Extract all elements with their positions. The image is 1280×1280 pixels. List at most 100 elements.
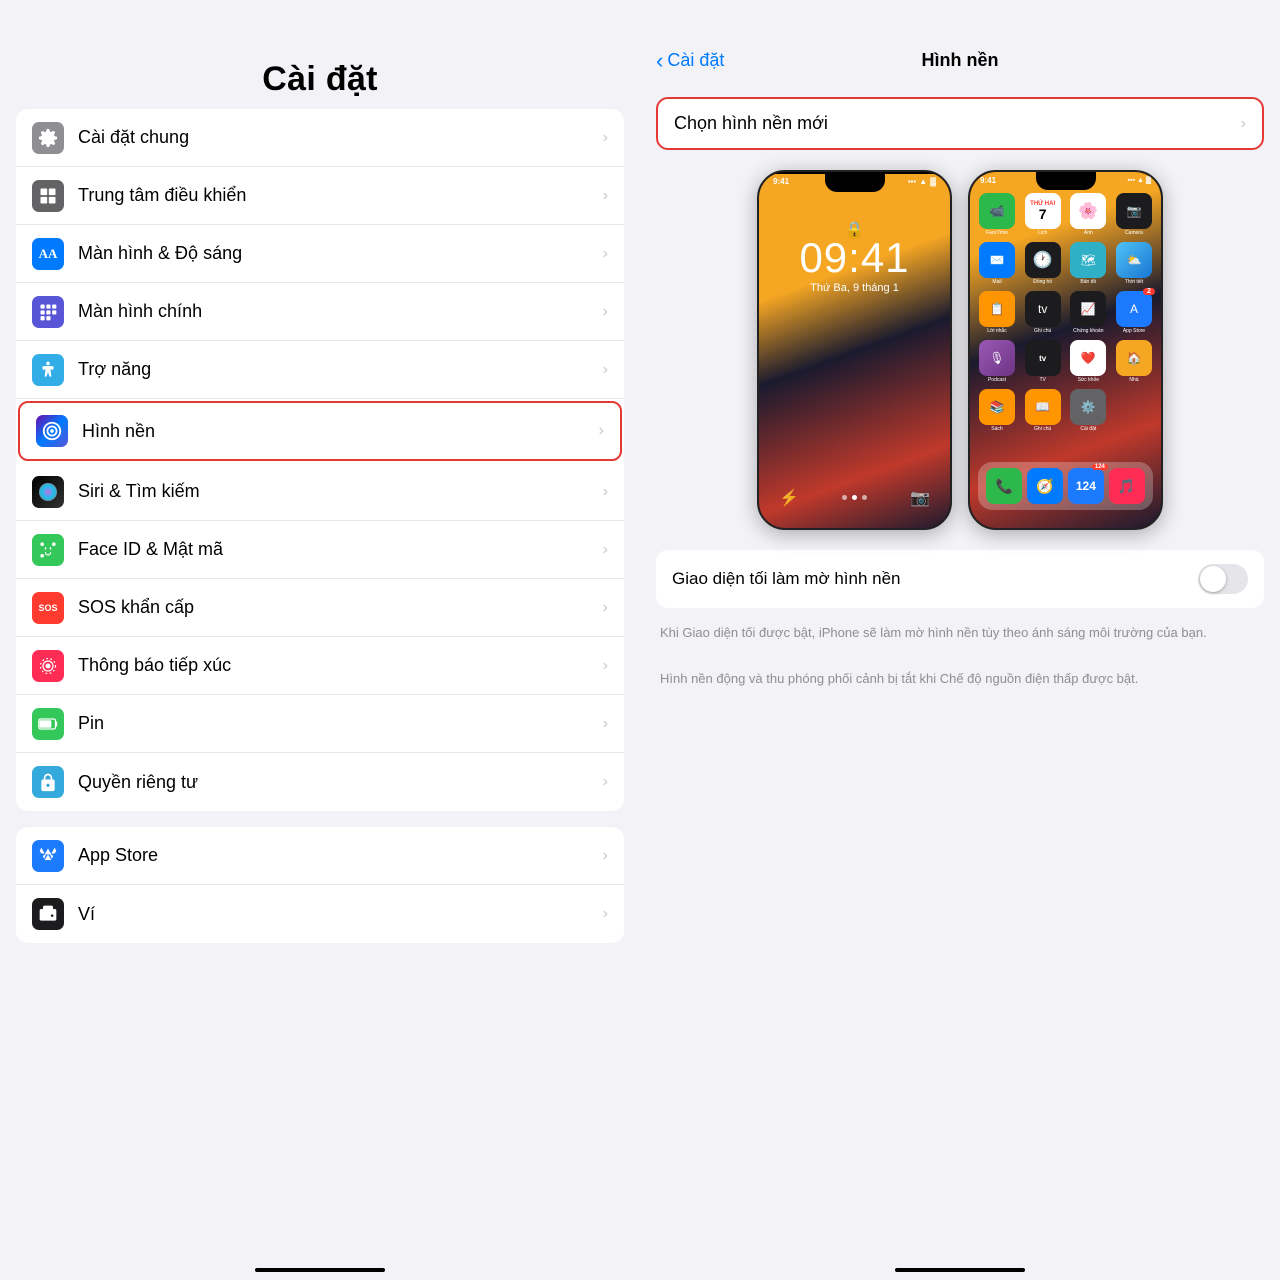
lock-camera-icon: 📷 <box>910 488 930 508</box>
chevron-thong-bao: › <box>603 657 608 675</box>
app-facetime: 📹 FaceTime <box>978 193 1016 236</box>
label-quyen-rieng-tu: Quyền riêng tư <box>78 772 595 793</box>
label-pin: Pin <box>78 713 595 734</box>
label-vi: Ví <box>78 904 595 925</box>
row-tro-nang[interactable]: Trợ năng › <box>16 341 624 399</box>
chevron-face-id: › <box>603 541 608 559</box>
app-label-books: Sách <box>991 426 1002 432</box>
app-badge-appstore: 2 <box>1143 288 1155 295</box>
row-quyen-rieng-tu[interactable]: Quyền riêng tư › <box>16 753 624 811</box>
icon-gear <box>32 122 64 154</box>
app-label-settings2: Cài đặt <box>1080 426 1096 432</box>
row-pin[interactable]: Pin › <box>16 695 624 753</box>
dot-2 <box>852 495 857 500</box>
app-icon-weather: ⛅ <box>1116 242 1152 278</box>
lock-date-display: Thứ Ba, 9 tháng 1 <box>759 282 950 294</box>
left-title: Cài đặt <box>262 60 377 98</box>
row-man-hinh-chinh[interactable]: Màn hình chính › <box>16 283 624 341</box>
settings-list: Cài đặt chung › Trung tâm điều khiển › A… <box>0 109 640 1260</box>
apps-row-4: 🎙 Podcast tv TV ❤️ Sức khỏe <box>978 340 1153 383</box>
home-screen-preview[interactable]: 9:41 ▪▪▪ ▲ ▓ 📹 <box>968 170 1163 530</box>
lockscreen-background: 9:41 ▪▪▪ ▲ ▓ 🔒 09:41 Thứ Ba, 9 tháng 1 <box>759 174 950 528</box>
app-icon-facetime: 📹 <box>979 193 1015 229</box>
row-sos[interactable]: SOS SOS khẩn cấp › <box>16 579 624 637</box>
icon-wallet <box>32 898 64 930</box>
row-cai-dat-chung[interactable]: Cài đặt chung › <box>16 109 624 167</box>
info-text-2: Hình nền động và thu phóng phối cảnh bị … <box>656 662 1264 696</box>
app-tv: tv Ghi chú <box>1024 291 1062 334</box>
right-title: Hình nền <box>922 50 999 71</box>
app-icon-calendar: THỨ HAI7 <box>1025 193 1061 229</box>
app-label-appstore2: App Store <box>1123 328 1145 334</box>
chevron-pin: › <box>603 715 608 733</box>
app-label-calendar: Lịch <box>1038 230 1047 236</box>
choose-wallpaper-row[interactable]: Chọn hình nền mới › <box>656 97 1264 150</box>
app-icon-appletv: tv <box>1025 340 1061 376</box>
row-trung-tam[interactable]: Trung tâm điều khiển › <box>16 167 624 225</box>
row-face-id[interactable]: Face ID & Mật mã › <box>16 521 624 579</box>
app-books: 📚 Sách <box>978 389 1016 432</box>
app-appstore2: A 2 App Store <box>1115 291 1153 334</box>
back-chevron-icon: ‹ <box>656 48 663 74</box>
icon-sos: SOS <box>32 592 64 624</box>
back-button[interactable]: ‹ Cài đặt <box>656 48 724 74</box>
chevron-siri: › <box>603 483 608 501</box>
toggle-knob <box>1200 566 1226 592</box>
chevron-tro-nang: › <box>603 361 608 379</box>
dock-music: 🎵 <box>1109 468 1145 504</box>
home-battery-icon: ▓ <box>1146 177 1151 184</box>
lock-battery-icon: ▓ <box>930 177 936 186</box>
dot-3 <box>862 495 867 500</box>
icon-display: AA <box>32 238 64 270</box>
left-header: Cài đặt <box>0 0 640 109</box>
app-icon-ibooks: 📖 <box>1025 389 1061 425</box>
icon-battery <box>32 708 64 740</box>
app-label-weather: Thời tiết <box>1125 279 1143 285</box>
dock-safari: 🧭 <box>1027 468 1063 504</box>
home-indicator-right <box>895 1268 1025 1272</box>
row-app-store[interactable]: App Store › <box>16 827 624 885</box>
label-siri: Siri & Tìm kiếm <box>78 481 595 502</box>
app-appletv: tv TV <box>1024 340 1062 383</box>
label-trung-tam: Trung tâm điều khiển <box>78 185 595 206</box>
homescreen-background: 9:41 ▪▪▪ ▲ ▓ 📹 <box>970 172 1161 528</box>
chevron-trung-tam: › <box>603 187 608 205</box>
lock-time-display: 09:41 <box>759 234 950 282</box>
lock-screen-preview[interactable]: 9:41 ▪▪▪ ▲ ▓ 🔒 09:41 Thứ Ba, 9 tháng 1 <box>757 170 952 530</box>
dot-1 <box>842 495 847 500</box>
phone-notch-lock <box>825 174 885 192</box>
app-settings2: ⚙️ Cài đặt <box>1069 389 1107 432</box>
app-clock: 🕐 Đồng hồ <box>1024 242 1062 285</box>
icon-exposure-notification <box>32 650 64 682</box>
app-label-podcasts: Podcast <box>988 377 1006 383</box>
app-photos: 🌸 Ảnh <box>1069 193 1107 236</box>
app-ibooks: 📖 Ghi chú <box>1024 389 1062 432</box>
icon-accessibility <box>32 354 64 386</box>
app-reminders: 📋 Lời nhắc <box>978 291 1016 334</box>
lock-screen: 9:41 ▪▪▪ ▲ ▓ 🔒 09:41 Thứ Ba, 9 tháng 1 <box>759 172 950 528</box>
row-hinh-nen[interactable]: Hình nền › <box>18 401 622 461</box>
app-icon-settings2: ⚙️ <box>1070 389 1106 425</box>
icon-control-center <box>32 180 64 212</box>
row-man-hinh-do-sang[interactable]: AA Màn hình & Độ sáng › <box>16 225 624 283</box>
app-label-tv: Ghi chú <box>1034 328 1051 334</box>
app-label-appletv: TV <box>1039 377 1045 383</box>
label-hinh-nen: Hình nền <box>82 421 591 442</box>
app-empty <box>1115 389 1153 432</box>
row-thong-bao[interactable]: Thông báo tiếp xúc › <box>16 637 624 695</box>
row-vi[interactable]: Ví › <box>16 885 624 943</box>
left-panel: Cài đặt Cài đặt chung › Trung tâm điều k… <box>0 0 640 1280</box>
right-panel: ‹ Cài đặt Hình nền Chọn hình nền mới › 9… <box>640 0 1280 1280</box>
toggle-dark-mode-label: Giao diện tối làm mờ hình nền <box>672 569 1198 589</box>
row-siri[interactable]: Siri & Tìm kiếm › <box>16 463 624 521</box>
dock-phone: 📞 <box>986 468 1022 504</box>
toggle-dark-mode-switch[interactable] <box>1198 564 1248 594</box>
app-label-stocks: Chứng khoán <box>1073 328 1103 334</box>
app-icon-empty <box>1116 389 1152 425</box>
chevron-sos: › <box>603 599 608 617</box>
app-home: 🏠 Nhà <box>1115 340 1153 383</box>
label-cai-dat-chung: Cài đặt chung <box>78 127 595 148</box>
app-icon-reminders: 📋 <box>979 291 1015 327</box>
label-app-store: App Store <box>78 845 595 866</box>
dock-messages: 124 124 <box>1068 468 1104 504</box>
